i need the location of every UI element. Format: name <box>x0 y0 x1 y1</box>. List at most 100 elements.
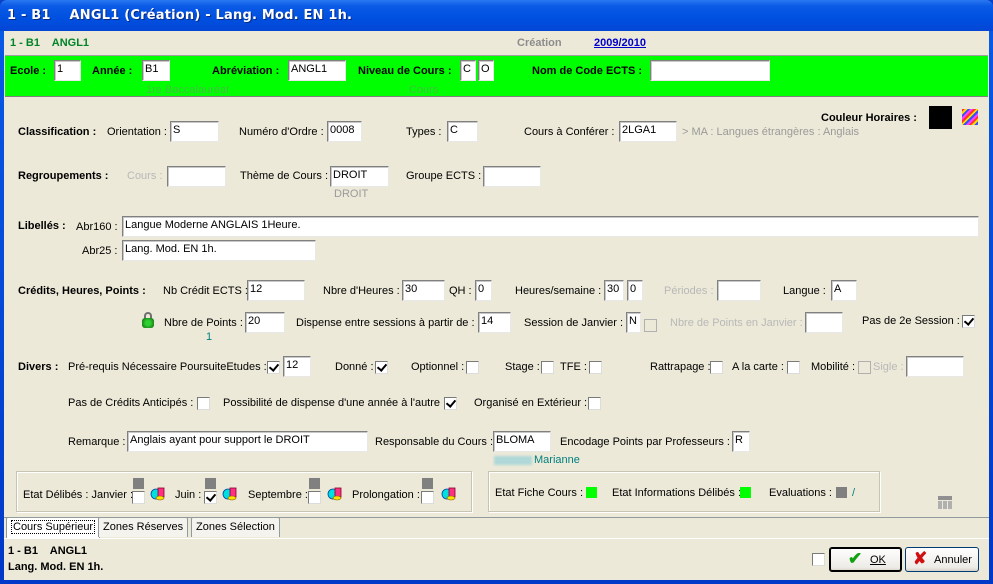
lock-icon[interactable] <box>142 312 154 328</box>
ordre-input[interactable]: 0008 <box>327 121 362 142</box>
dispense-annee-checkbox[interactable] <box>444 397 457 410</box>
janvier-status <box>133 478 144 489</box>
hsem-label: Heures/semaine : <box>515 285 602 297</box>
etat-delibes-label: Etat Délibés : Janvier : <box>23 489 134 501</box>
window: 1 - B1 ANGL1 (Création) - Lang. Mod. EN … <box>0 0 993 584</box>
window-title: 1 - B1 ANGL1 (Création) - Lang. Mod. EN … <box>7 8 353 23</box>
septembre-status <box>309 478 320 489</box>
prolongation-checkbox[interactable] <box>421 491 434 504</box>
prolongation-label: Prolongation : <box>352 489 420 501</box>
niveau-label: Niveau de Cours : <box>358 65 452 77</box>
niveau-input-1[interactable]: C <box>460 60 476 81</box>
cours-input[interactable] <box>167 166 226 187</box>
exterieur-checkbox[interactable] <box>588 397 601 410</box>
theme-input[interactable]: DROIT <box>330 166 389 187</box>
pas2e-checkbox[interactable] <box>962 315 975 328</box>
abr160-input[interactable]: Langue Moderne ANGLAIS 1Heure. <box>122 216 979 237</box>
encodage-input[interactable]: R <box>732 431 750 452</box>
credits-title: Crédits, Heures, Points : <box>18 285 146 297</box>
conferer-label: Cours à Conférer : <box>524 126 615 138</box>
abreviation-label: Abréviation : <box>212 65 280 77</box>
responsable-input[interactable]: BLOMA <box>493 431 551 452</box>
septembre-label: Septembre : <box>248 489 308 501</box>
niveau-input-2[interactable]: O <box>478 60 494 81</box>
chart-icon[interactable] <box>222 486 238 501</box>
couleur-swatch[interactable] <box>929 106 952 129</box>
stage-label: Stage : <box>505 361 540 373</box>
evaluations-label: Evaluations : <box>769 487 832 499</box>
langue-label: Langue : <box>783 285 826 297</box>
anticipes-label: Pas de Crédits Anticipés : <box>68 397 194 409</box>
classification-title: Classification : <box>18 126 97 138</box>
orientation-input[interactable]: S <box>170 121 219 142</box>
tab-cours-superieur[interactable]: Cours Supérieur <box>6 517 101 538</box>
langue-input[interactable]: A <box>831 280 857 301</box>
tfe-checkbox[interactable] <box>589 361 602 374</box>
prereq-checkbox[interactable] <box>267 361 280 374</box>
donne-label: Donné : <box>335 361 374 373</box>
title-bar[interactable]: 1 - B1 ANGL1 (Création) - Lang. Mod. EN … <box>0 0 993 31</box>
periodes-label: Périodes : <box>664 285 714 297</box>
rattrapage-checkbox[interactable] <box>710 361 723 374</box>
tfe-label: TFE : <box>560 361 587 373</box>
periodes-input[interactable] <box>717 280 761 301</box>
chart-icon[interactable] <box>327 486 343 501</box>
conferer-input[interactable]: 2LGA1 <box>619 121 677 142</box>
points-sub: 1 <box>206 331 213 343</box>
optionnel-checkbox[interactable] <box>466 361 479 374</box>
juin-checkbox[interactable] <box>204 491 217 504</box>
septembre-checkbox[interactable] <box>308 491 321 504</box>
mode-label: Création <box>517 37 562 49</box>
tab-zones-selection[interactable]: Zones Sélection <box>191 517 280 537</box>
carte-checkbox[interactable] <box>787 361 800 374</box>
color-picker-icon[interactable] <box>962 109 978 125</box>
prereq-input[interactable]: 12 <box>283 356 311 377</box>
donne-checkbox[interactable] <box>375 361 388 374</box>
theme-label: Thème de Cours : <box>240 170 329 182</box>
mobilite-checkbox[interactable] <box>858 361 871 374</box>
dispense-input[interactable]: 14 <box>478 312 511 333</box>
abreviation-input[interactable]: ANGL1 <box>288 60 346 81</box>
grid-icon[interactable] <box>938 496 952 509</box>
footer-checkbox[interactable] <box>812 553 825 566</box>
heures-input[interactable]: 30 <box>402 280 445 301</box>
sigle-input[interactable] <box>906 356 964 377</box>
ecole-input[interactable]: 1 <box>54 60 81 81</box>
annee-input[interactable]: B1 <box>142 60 170 81</box>
cancel-button[interactable]: ✘ Annuler <box>905 547 979 572</box>
qh-input[interactable]: 0 <box>475 280 492 301</box>
abr25-input[interactable]: Lang. Mod. EN 1h. <box>122 240 316 261</box>
client-area: 1 - B1 ANGL1 Création 2009/2010 Ecole : … <box>4 31 989 580</box>
juin-status <box>205 478 216 489</box>
types-input[interactable]: C <box>447 121 478 142</box>
evaluations-value: / <box>852 487 856 499</box>
ok-button[interactable]: ✔ OK <box>829 547 902 572</box>
conferer-desc: > MA : Langues étrangères : Anglais <box>682 126 860 138</box>
groupe-input[interactable] <box>483 166 541 187</box>
ok-label: OK <box>870 554 886 566</box>
qh-label: QH : <box>449 285 472 297</box>
chart-icon[interactable] <box>150 486 166 501</box>
anticipes-checkbox[interactable] <box>197 397 210 410</box>
heures-label: Nbre d'Heures : <box>323 285 400 297</box>
carte-label: A la carte : <box>732 361 784 373</box>
stage-checkbox[interactable] <box>541 361 554 374</box>
exterieur-label: Organisé en Extérieur : <box>474 397 588 409</box>
session-checkbox[interactable] <box>644 319 657 332</box>
ects-code-input[interactable] <box>650 60 770 81</box>
points-input[interactable]: 20 <box>245 312 285 333</box>
session-input[interactable]: N <box>626 312 641 333</box>
chart-icon[interactable] <box>441 486 457 501</box>
points-janv-input[interactable] <box>805 312 843 333</box>
credits-ects-input[interactable]: 12 <box>247 280 305 301</box>
janvier-checkbox[interactable] <box>132 491 145 504</box>
hsem-input-1[interactable]: 30 <box>604 280 624 301</box>
ordre-label: Numéro d'Ordre : <box>239 126 324 138</box>
year-link[interactable]: 2009/2010 <box>594 37 646 49</box>
etat-fiche-indicator <box>586 487 597 498</box>
tab-zones-reserves[interactable]: Zones Réserves <box>98 517 189 537</box>
remarque-input[interactable]: Anglais ayant pour support le DROIT <box>127 431 368 452</box>
hsem-input-2[interactable]: 0 <box>627 280 643 301</box>
cancel-label: Annuler <box>934 554 972 566</box>
abr25-label: Abr25 : <box>82 245 118 257</box>
